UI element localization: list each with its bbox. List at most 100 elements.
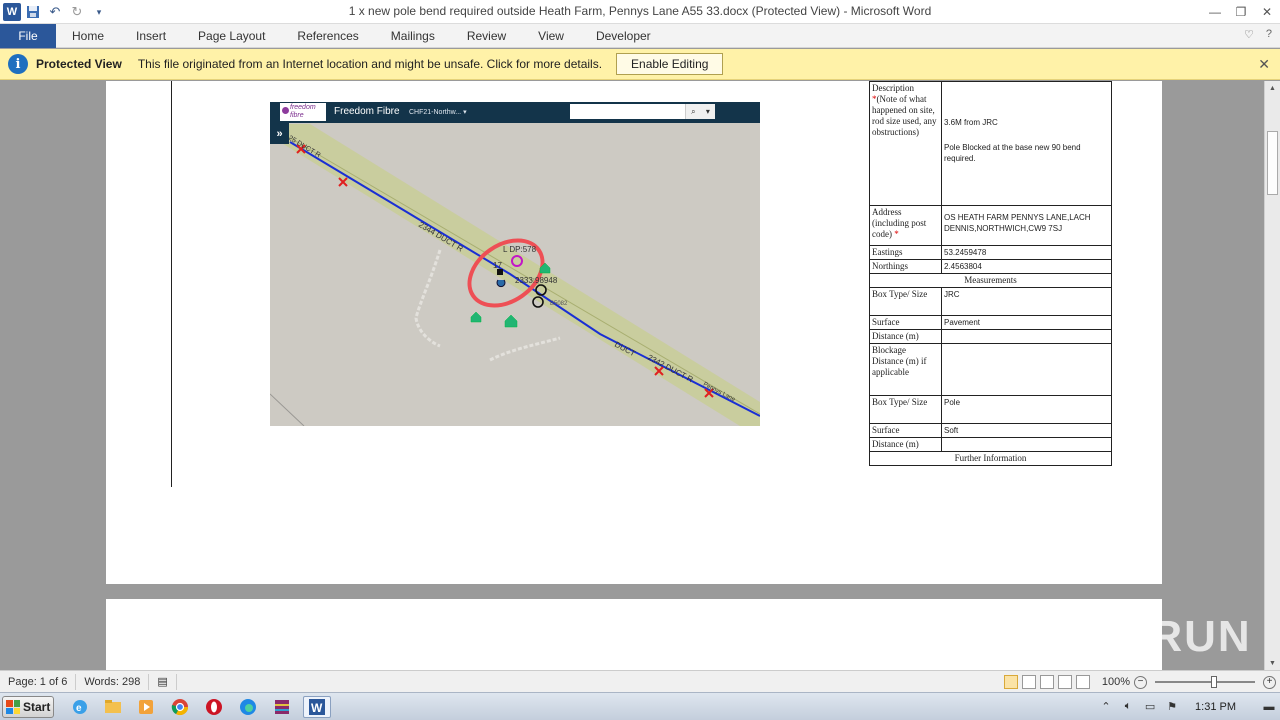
protected-view-bar: i Protected View This file originated fr… <box>0 49 1280 80</box>
document-area[interactable]: 2344 DUCT R 25 DUCT R DUCT 2342 DUCT R P… <box>0 81 1264 670</box>
chevron-down-icon: ▾ <box>705 107 710 116</box>
zoom-out-icon[interactable]: − <box>1134 675 1147 689</box>
surface-label-2: Surface <box>869 423 942 438</box>
tab-developer[interactable]: Developer <box>580 24 667 48</box>
windows-logo-icon <box>6 700 20 714</box>
scroll-down-icon[interactable]: ▼ <box>1265 656 1280 670</box>
redo-icon[interactable]: ↻ <box>67 2 87 22</box>
scroll-up-icon[interactable]: ▲ <box>1265 81 1280 95</box>
media-player-icon[interactable] <box>134 696 158 718</box>
zoom-slider-thumb[interactable] <box>1211 676 1217 688</box>
description-value-2: Pole Blocked at the base new 90 bend req… <box>944 143 1081 163</box>
road-label: B5082 <box>550 301 568 307</box>
word-app-icon[interactable]: W <box>3 3 21 21</box>
box-type-value-1[interactable]: JRC <box>941 287 1112 316</box>
description-label-cell: Description *(Note of what happened on s… <box>869 81 942 206</box>
further-information-header: Further Information <box>869 451 1112 466</box>
tab-home[interactable]: Home <box>56 24 120 48</box>
address-value[interactable]: OS HEATH FARM PENNYS LANE,LACH DENNIS,NO… <box>941 205 1112 246</box>
measurements-header: Measurements <box>869 273 1112 288</box>
zoom-level[interactable]: 100% <box>1102 676 1130 688</box>
volume-icon[interactable]: 🔈︎ <box>1121 700 1135 714</box>
eastings-value[interactable]: 53.2459478 <box>941 245 1112 260</box>
box-type-label-2: Box Type/ Size <box>869 395 942 424</box>
box-type-value-2[interactable]: Pole <box>941 395 1112 424</box>
draft-icon[interactable] <box>1075 675 1090 689</box>
northings-label: Northings <box>869 259 942 274</box>
document-page-2[interactable] <box>106 599 1162 670</box>
minimize-ribbon-icon[interactable]: ♡ <box>1244 28 1254 41</box>
distance-value-1[interactable] <box>941 329 1112 344</box>
map-graphic: 2344 DUCT R 25 DUCT R DUCT 2342 DUCT R P… <box>270 102 760 426</box>
outline-icon[interactable] <box>1057 675 1072 689</box>
proofing-icon[interactable]: ▤ <box>149 673 177 690</box>
customize-toolbar-icon[interactable]: ▾ <box>89 2 109 22</box>
ldp-label: L DP:578 <box>503 245 537 254</box>
status-bar: Page: 1 of 6 Words: 298 ▤ 100% − + <box>0 670 1280 692</box>
chrome-icon[interactable] <box>168 696 192 718</box>
distance-value-2[interactable] <box>941 437 1112 452</box>
tab-file[interactable]: File <box>0 24 56 48</box>
save-icon[interactable] <box>23 2 43 22</box>
start-label: Start <box>23 700 51 714</box>
coord-label: 2333:98948 <box>515 276 558 285</box>
word-count[interactable]: Words: 298 <box>76 673 150 690</box>
full-screen-reading-icon[interactable] <box>1021 675 1036 689</box>
close-icon[interactable]: ✕ <box>1258 56 1270 73</box>
map-header: freedom fibre Freedom Fibre CHF21-Northw… <box>270 102 760 123</box>
help-icon[interactable]: ? <box>1266 28 1272 41</box>
internet-explorer-icon[interactable]: e <box>68 696 92 718</box>
system-tray: ⌃ 🔈︎ ▭ ⚑ 1:31 PM ▬ <box>1095 693 1280 720</box>
blockage-value[interactable] <box>941 343 1112 396</box>
svg-text:e: e <box>76 703 82 714</box>
show-hidden-icons-icon[interactable]: ⌃ <box>1099 700 1113 714</box>
tab-references[interactable]: References <box>281 24 374 48</box>
northings-value[interactable]: 2.4563804 <box>941 259 1112 274</box>
winrar-icon[interactable] <box>270 696 294 718</box>
word-taskbar-icon[interactable]: W <box>303 696 331 718</box>
file-explorer-icon[interactable] <box>101 696 125 718</box>
protected-view-message[interactable]: This file originated from an Internet lo… <box>138 57 602 71</box>
expand-panel-icon: » <box>270 123 289 144</box>
close-button[interactable]: ✕ <box>1254 0 1280 24</box>
page-count[interactable]: Page: 1 of 6 <box>0 673 77 690</box>
search-icon: ⌕ <box>691 106 696 116</box>
minimize-button[interactable]: — <box>1202 0 1228 24</box>
show-desktop-icon[interactable]: ▬ <box>1262 700 1276 714</box>
clock[interactable]: 1:31 PM <box>1195 701 1236 713</box>
undo-icon[interactable]: ↶ <box>45 2 65 22</box>
tab-insert[interactable]: Insert <box>120 24 182 48</box>
blockage-label: Blockage Distance (m) if applicable <box>869 343 942 396</box>
print-layout-icon[interactable] <box>1003 675 1018 689</box>
quick-access-toolbar: W ↶ ↻ ▾ <box>0 0 109 24</box>
pole-label: 17 <box>493 261 502 270</box>
eastings-label: Eastings <box>869 245 942 260</box>
opera-icon[interactable] <box>202 696 226 718</box>
description-value-cell[interactable]: 3.6M from JRC Pole Blocked at the base n… <box>941 81 1112 206</box>
zoom-in-icon[interactable]: + <box>1263 675 1276 689</box>
web-layout-icon[interactable] <box>1039 675 1054 689</box>
vertical-scrollbar[interactable]: ▲ ▼ <box>1264 81 1280 670</box>
network-icon[interactable]: ▭ <box>1143 700 1157 714</box>
enable-editing-button[interactable]: Enable Editing <box>616 53 724 75</box>
window-title: 1 x new pole bend required outside Heath… <box>348 4 932 18</box>
start-button[interactable]: Start <box>2 696 54 718</box>
description-label: Description <box>872 83 914 93</box>
document-page[interactable]: 2344 DUCT R 25 DUCT R DUCT 2342 DUCT R P… <box>106 81 1162 584</box>
tab-view[interactable]: View <box>522 24 580 48</box>
surface-value-1[interactable]: Pavement <box>941 315 1112 330</box>
address-label: Address (including post code) <box>872 207 927 239</box>
surface-value-2[interactable]: Soft <box>941 423 1112 438</box>
edge-icon[interactable] <box>236 696 260 718</box>
action-center-icon[interactable]: ⚑ <box>1165 700 1179 714</box>
taskbar: Start e W ⌃ 🔈︎ ▭ ⚑ 1:31 PM ▬ <box>0 692 1280 720</box>
scroll-thumb[interactable] <box>1267 131 1278 195</box>
surface-label-1: Surface <box>869 315 942 330</box>
tab-review[interactable]: Review <box>451 24 522 48</box>
restore-button[interactable]: ❐ <box>1228 0 1254 24</box>
zoom-slider[interactable] <box>1155 676 1255 688</box>
tab-mailings[interactable]: Mailings <box>375 24 451 48</box>
distance-label-1: Distance (m) <box>869 329 942 344</box>
map-search-input <box>570 104 685 119</box>
tab-page-layout[interactable]: Page Layout <box>182 24 281 48</box>
